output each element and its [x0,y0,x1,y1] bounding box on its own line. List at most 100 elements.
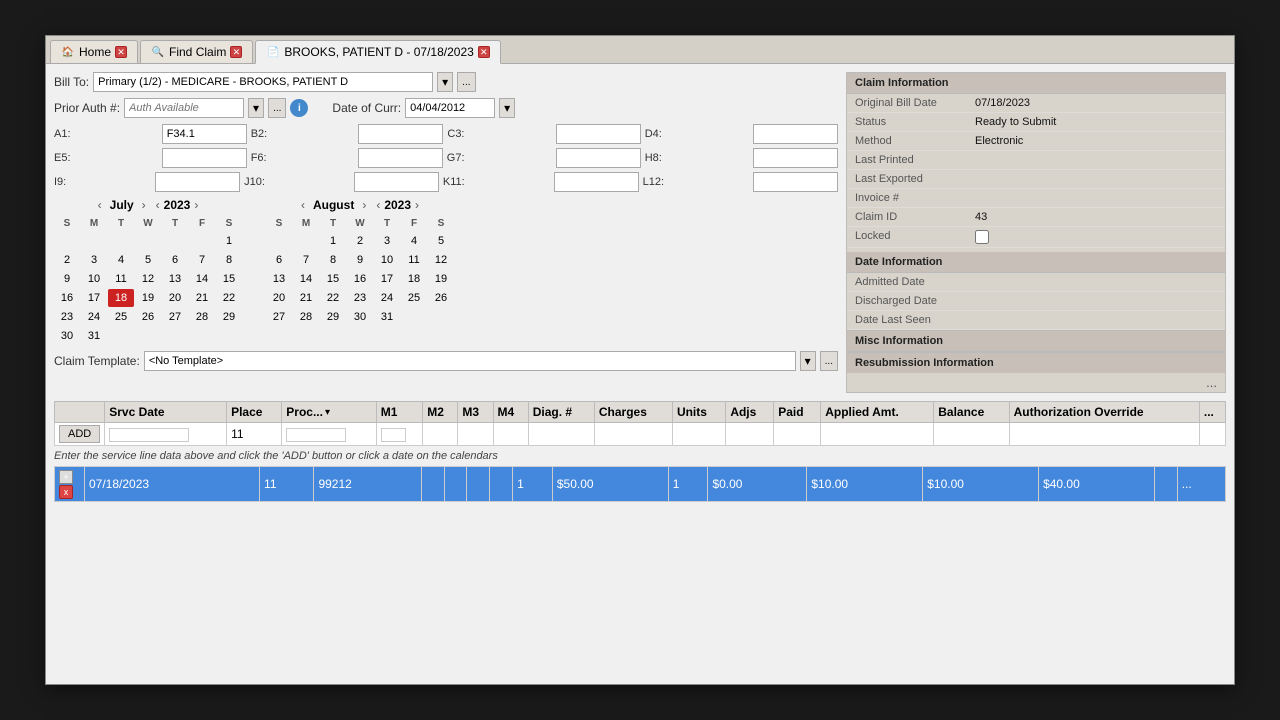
add-m1[interactable] [376,423,423,446]
july-day-11[interactable]: 11 [108,270,134,288]
july-day-4[interactable]: 4 [108,251,134,269]
aug-day-10[interactable]: 10 [374,251,400,269]
july-day-20[interactable]: 20 [162,289,188,307]
aug-day-13[interactable]: 13 [266,270,292,288]
july-day-8[interactable]: 8 [216,251,242,269]
tab-home-close[interactable]: ✕ [115,46,127,58]
aug-day-18[interactable]: 18 [401,270,427,288]
diag-a1-input[interactable] [162,124,247,144]
july-year-next[interactable]: › [192,198,200,212]
proc-dropdown-btn[interactable]: ▾ [325,407,330,418]
prior-auth-more[interactable]: ... [268,98,286,118]
add-m4[interactable] [493,423,528,446]
aug-day-25[interactable]: 25 [401,289,427,307]
template-dropdown[interactable]: ▾ [800,351,816,371]
bill-to-input[interactable] [93,72,433,92]
july-day-6[interactable]: 6 [162,251,188,269]
diag-k11-input[interactable] [554,172,639,192]
aug-day-28[interactable]: 28 [293,308,319,326]
july-day-16[interactable]: 16 [54,289,80,307]
july-day-28[interactable]: 28 [189,308,215,326]
july-day-10[interactable]: 10 [81,270,107,288]
diag-b2-input[interactable] [358,124,443,144]
add-units[interactable] [672,423,725,446]
aug-day-31[interactable]: 31 [374,308,400,326]
july-day-23[interactable]: 23 [54,308,80,326]
july-day-25[interactable]: 25 [108,308,134,326]
date-of-curr-dropdown[interactable]: ▾ [499,98,515,118]
july-next[interactable]: › [140,198,148,212]
august-year-prev[interactable]: ‹ [374,198,382,212]
july-day-30[interactable]: 30 [54,327,80,345]
diag-d4-input[interactable] [753,124,838,144]
july-day-26[interactable]: 26 [135,308,161,326]
locked-checkbox[interactable] [975,230,989,244]
july-day-13[interactable]: 13 [162,270,188,288]
july-day-15[interactable]: 15 [216,270,242,288]
july-day-17[interactable]: 17 [81,289,107,307]
table-row[interactable]: + x 07/18/2023 11 99212 1 $50.00 1 $0.00… [55,467,1226,502]
july-day-19[interactable]: 19 [135,289,161,307]
aug-day-8[interactable]: 8 [320,251,346,269]
july-day-22[interactable]: 22 [216,289,242,307]
aug-day-20[interactable]: 20 [266,289,292,307]
template-more[interactable]: ... [820,351,838,371]
tab-patient-claim[interactable]: 📄 BROOKS, PATIENT D - 07/18/2023 ✕ [255,40,500,64]
info-button[interactable]: i [290,99,308,117]
add-m3[interactable] [458,423,493,446]
date-of-curr-input[interactable] [405,98,495,118]
july-day-7[interactable]: 7 [189,251,215,269]
aug-day-17[interactable]: 17 [374,270,400,288]
aug-day-12[interactable]: 12 [428,251,454,269]
resub-more-btn[interactable]: ... [1206,375,1217,390]
aug-day-6[interactable]: 6 [266,251,292,269]
diag-g7-input[interactable] [556,148,641,168]
diag-h8-input[interactable] [753,148,838,168]
add-proc-input[interactable] [286,428,346,442]
aug-day-24[interactable]: 24 [374,289,400,307]
row-auth-override[interactable] [1154,467,1177,502]
add-m2[interactable] [423,423,458,446]
aug-day-19[interactable]: 19 [428,270,454,288]
july-day-18[interactable]: 18 [108,289,134,307]
claim-template-input[interactable] [144,351,796,371]
aug-day-29[interactable]: 29 [320,308,346,326]
diag-e5-input[interactable] [162,148,247,168]
add-button[interactable]: ADD [59,425,100,443]
aug-day-22[interactable]: 22 [320,289,346,307]
row-more[interactable]: ... [1177,467,1225,502]
prior-auth-dropdown[interactable]: ▾ [248,98,264,118]
july-day-21[interactable]: 21 [189,289,215,307]
august-year-next[interactable]: › [413,198,421,212]
august-prev[interactable]: ‹ [299,198,307,212]
july-day-5[interactable]: 5 [135,251,161,269]
diag-l12-input[interactable] [753,172,838,192]
july-day-14[interactable]: 14 [189,270,215,288]
july-day-24[interactable]: 24 [81,308,107,326]
row-remove-btn[interactable]: x [59,485,73,499]
diag-j10-input[interactable] [354,172,439,192]
july-day-2[interactable]: 2 [54,251,80,269]
add-srvc-date[interactable] [105,423,227,446]
july-day-31[interactable]: 31 [81,327,107,345]
add-proc[interactable] [282,423,376,446]
july-day-27[interactable]: 27 [162,308,188,326]
diag-f6-input[interactable] [358,148,443,168]
aug-day-7[interactable]: 7 [293,251,319,269]
aug-day-27[interactable]: 27 [266,308,292,326]
aug-day-9[interactable]: 9 [347,251,373,269]
aug-day-15[interactable]: 15 [320,270,346,288]
diag-i9-input[interactable] [155,172,240,192]
tab-home[interactable]: 🏠 Home ✕ [50,40,138,63]
tab-patient-claim-close[interactable]: ✕ [478,46,490,58]
add-m1-input[interactable] [381,428,406,442]
august-next[interactable]: › [360,198,368,212]
aug-day-2[interactable]: 2 [347,232,373,250]
july-day-12[interactable]: 12 [135,270,161,288]
bill-to-dropdown[interactable]: ▾ [437,72,453,92]
july-day-9[interactable]: 9 [54,270,80,288]
july-day-3[interactable]: 3 [81,251,107,269]
aug-day-1[interactable]: 1 [320,232,346,250]
july-year-prev[interactable]: ‹ [154,198,162,212]
aug-day-30[interactable]: 30 [347,308,373,326]
